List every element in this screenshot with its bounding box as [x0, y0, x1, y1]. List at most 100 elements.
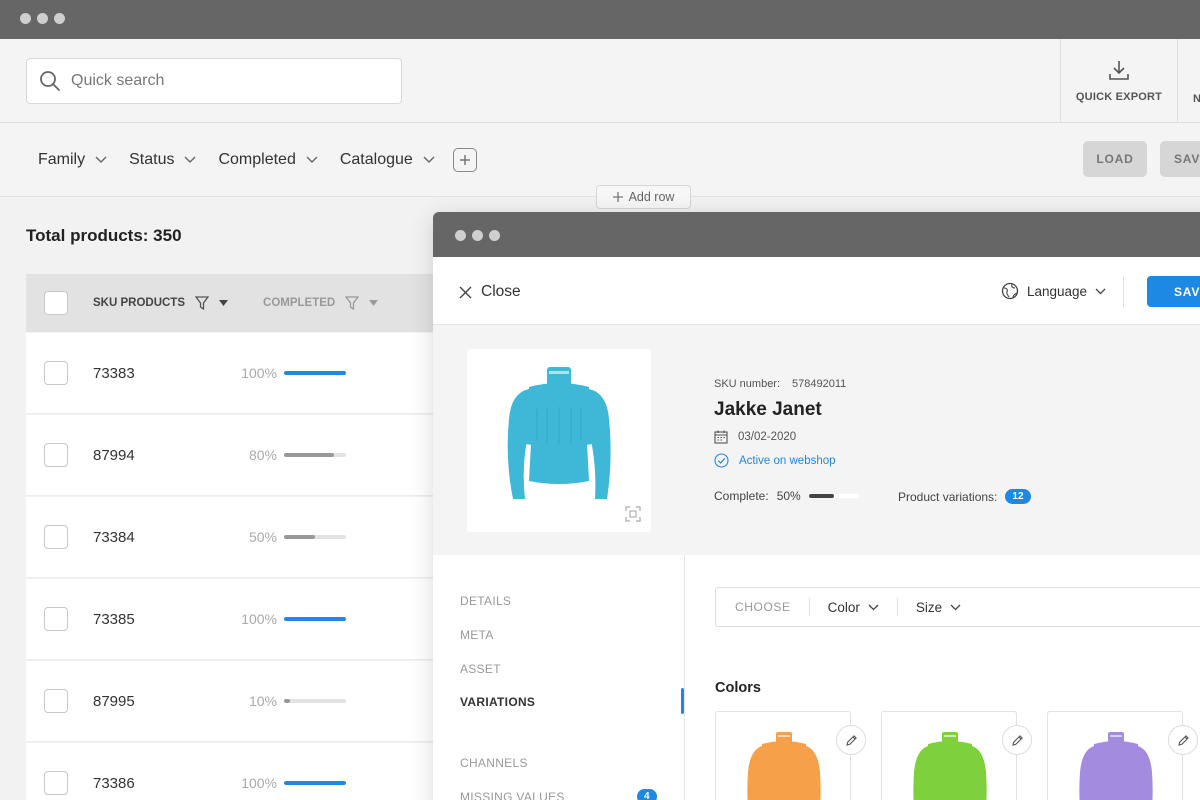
add-filter-button[interactable]	[452, 148, 477, 172]
row-sku: 73383	[93, 364, 135, 382]
sku-label: SKU number:	[714, 378, 781, 390]
row-completed: 80%	[248, 447, 277, 463]
row-progress-bar	[284, 535, 346, 539]
quick-export-label: QUICK EXPORT	[1075, 91, 1163, 103]
edit-swatch-button[interactable]	[1168, 725, 1198, 755]
product-summary: SKU number: 578492011 Jakke Janet 03/02-2…	[433, 325, 1200, 555]
edit-swatch-button[interactable]	[1002, 725, 1032, 755]
search-input[interactable]	[71, 72, 371, 90]
next-toolbar-label[interactable]: N	[1193, 93, 1200, 105]
sweater-thumbnail	[747, 732, 821, 800]
color-swatch[interactable]	[881, 711, 1017, 800]
table-row[interactable]: 73385 100%	[26, 579, 446, 660]
pencil-icon	[845, 734, 857, 746]
variation-chooser: CHOOSE Color Size	[715, 587, 1200, 627]
add-row-label: Add row	[628, 190, 675, 204]
calendar-icon	[714, 430, 728, 444]
row-progress-fill	[284, 617, 346, 621]
row-sku: 73384	[93, 528, 135, 546]
nav-asset[interactable]: ASSET	[460, 662, 501, 676]
sort-down-icon[interactable]	[369, 300, 379, 306]
column-completed[interactable]: COMPLETED	[263, 296, 379, 310]
nav-channels[interactable]: CHANNELS	[460, 756, 528, 770]
variations-badge: 12	[1005, 489, 1031, 504]
row-checkbox[interactable]	[44, 443, 68, 467]
filter-icon[interactable]	[195, 296, 210, 310]
product-variations: Product variations: 12	[898, 489, 1031, 504]
load-button[interactable]: LOAD	[1083, 141, 1147, 177]
globe-icon	[1001, 282, 1019, 300]
header-divider	[1123, 276, 1124, 308]
complete-bar	[808, 494, 859, 498]
language-label: Language	[1027, 283, 1088, 299]
language-dropdown[interactable]: Language	[1001, 282, 1106, 300]
search-box[interactable]	[26, 58, 402, 104]
filter-family[interactable]: Family	[38, 151, 107, 169]
window-controls[interactable]	[20, 13, 65, 24]
close-label: Close	[481, 283, 521, 300]
color-swatch[interactable]	[1047, 711, 1183, 800]
status-label: Active on webshop	[739, 454, 836, 467]
modal-titlebar	[433, 212, 1200, 257]
plus-icon	[612, 192, 623, 202]
zoom-icon[interactable]	[625, 506, 641, 522]
size-dropdown-label: Size	[915, 599, 943, 615]
filter-status[interactable]: Status	[129, 151, 196, 169]
row-sku: 87995	[93, 692, 135, 710]
sort-down-icon[interactable]	[219, 300, 229, 306]
nav-active-indicator	[681, 688, 684, 714]
row-progress-bar	[284, 781, 346, 785]
chevron-down-icon	[184, 156, 196, 163]
chevron-down-icon	[1095, 288, 1106, 294]
table-row[interactable]: 87995 10%	[26, 661, 446, 742]
plus-icon	[459, 155, 470, 165]
row-completed: 100%	[241, 775, 277, 791]
filter-icon[interactable]	[345, 296, 360, 310]
sweater-thumbnail	[1079, 732, 1153, 800]
filter-label: Completed	[218, 151, 296, 168]
row-checkbox[interactable]	[44, 361, 68, 385]
total-products: Total products: 350	[26, 226, 182, 245]
nav-variations[interactable]: VARIATIONS	[460, 695, 535, 709]
save-filter-button[interactable]: SAVE	[1160, 141, 1200, 177]
row-checkbox[interactable]	[44, 689, 68, 713]
select-all-checkbox[interactable]	[44, 291, 68, 315]
table-row[interactable]: 73386 100%	[26, 743, 446, 800]
row-progress-fill	[284, 453, 334, 457]
table-row[interactable]: 87994 80%	[26, 415, 446, 496]
window-controls[interactable]	[455, 230, 500, 241]
complete-bar-fill	[808, 494, 834, 498]
filter-catalogue[interactable]: Catalogue	[340, 151, 435, 169]
row-sku: 73385	[93, 610, 135, 628]
sku-line: SKU number: 578492011	[714, 378, 846, 390]
add-row-button[interactable]: Add row	[596, 185, 691, 209]
save-button[interactable]: SAVE	[1147, 276, 1200, 307]
nav-missing-values[interactable]: MISSING VALUES	[460, 790, 565, 800]
filter-completed[interactable]: Completed	[218, 151, 318, 169]
color-dropdown[interactable]: Color	[828, 600, 879, 615]
sku-value: 578492011	[792, 378, 847, 390]
table-row[interactable]: 73384 50%	[26, 497, 446, 578]
row-checkbox[interactable]	[44, 771, 68, 795]
product-image[interactable]	[467, 349, 651, 532]
chevron-down-icon	[306, 156, 318, 163]
color-swatch[interactable]	[715, 711, 851, 800]
row-checkbox[interactable]	[44, 525, 68, 549]
close-button[interactable]: Close	[459, 283, 521, 301]
column-sku[interactable]: SKU PRODUCTS	[93, 296, 229, 310]
pencil-icon	[1011, 734, 1023, 746]
nav-meta[interactable]: META	[460, 628, 494, 642]
nav-details[interactable]: DETAILS	[460, 594, 511, 608]
table-row[interactable]: 73383 100%	[26, 333, 446, 414]
complete-indicator: Complete: 50%	[714, 489, 859, 503]
row-progress-fill	[284, 535, 315, 539]
complete-value: 50%	[776, 489, 801, 503]
chevron-down-icon	[950, 604, 961, 610]
row-completed: 100%	[241, 611, 277, 627]
edit-swatch-button[interactable]	[836, 725, 866, 755]
window-titlebar	[0, 0, 1200, 39]
row-checkbox[interactable]	[44, 607, 68, 631]
quick-export-button[interactable]: QUICK EXPORT	[1060, 39, 1178, 123]
variations-label: Product variations:	[898, 489, 998, 504]
size-dropdown[interactable]: Size	[916, 600, 961, 615]
